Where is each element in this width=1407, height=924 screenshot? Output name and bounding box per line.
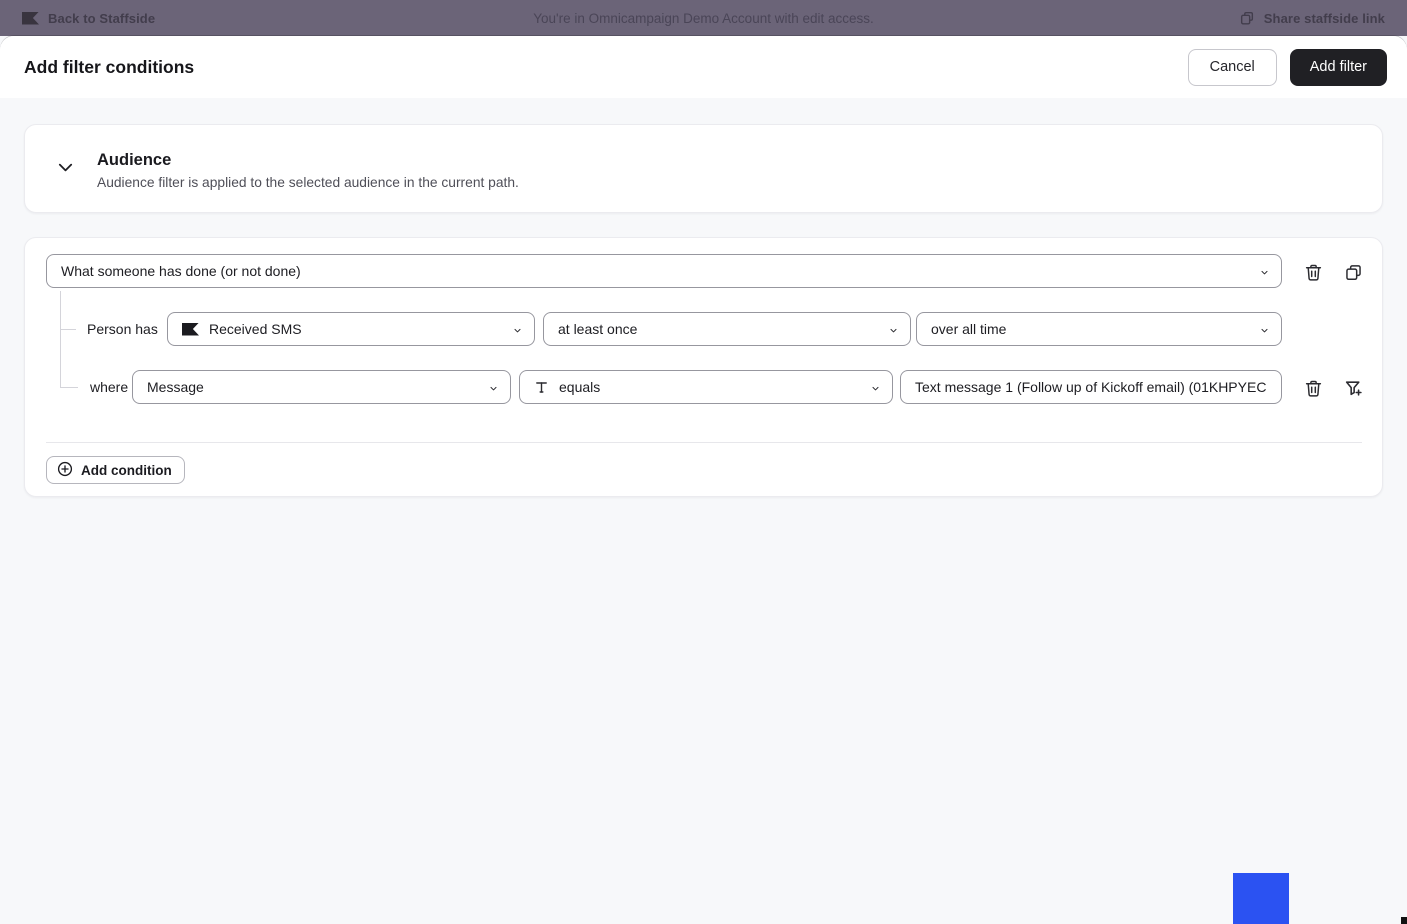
klaviyo-flag-icon	[182, 322, 199, 336]
add-condition-label: Add condition	[81, 462, 172, 478]
delete-condition-button[interactable]	[1304, 262, 1324, 282]
cancel-button[interactable]: Cancel	[1187, 48, 1277, 86]
modal-header: Add filter conditions Cancel Add filter	[0, 36, 1407, 98]
frequency-value: at least once	[558, 321, 638, 337]
event-value: Received SMS	[209, 321, 302, 337]
condition-type-dropdown[interactable]: What someone has done (or not done)	[46, 254, 1282, 288]
tree-connector-branch-2	[60, 387, 78, 388]
timeframe-dropdown[interactable]: over all time	[916, 312, 1282, 346]
condition-type-value: What someone has done (or not done)	[61, 263, 301, 279]
add-filter-button[interactable]: Add filter	[1289, 48, 1387, 86]
frequency-dropdown[interactable]: at least once	[543, 312, 911, 346]
value-input[interactable]: Text message 1 (Follow up of Kickoff ema…	[900, 370, 1282, 404]
chevron-down-icon	[883, 322, 898, 337]
text-type-icon	[534, 380, 549, 395]
value-text: Text message 1 (Follow up of Kickoff ema…	[915, 379, 1267, 395]
share-label: Share staffside link	[1263, 10, 1385, 26]
account-topbar: Back to Staffside You're in Omnicampaign…	[0, 0, 1407, 36]
chevron-down-icon	[1254, 264, 1269, 279]
event-dropdown[interactable]: Received SMS	[167, 312, 535, 346]
property-value: Message	[147, 379, 204, 395]
audience-section: Audience Audience filter is applied to t…	[24, 124, 1383, 213]
account-context-message: You're in Omnicampaign Demo Account with…	[533, 10, 874, 26]
property-dropdown[interactable]: Message	[132, 370, 511, 404]
filter-plus-icon-button[interactable]	[1344, 378, 1364, 398]
chevron-down-icon	[865, 380, 880, 395]
delete-where-row-button[interactable]	[1304, 378, 1324, 398]
plus-circle-icon	[57, 461, 73, 480]
copy-icon	[1239, 10, 1255, 26]
audience-description: Audience filter is applied to the select…	[97, 175, 519, 190]
cursor-corner-mark	[1401, 917, 1407, 924]
where-label: where	[90, 379, 129, 395]
chevron-down-icon[interactable]	[56, 155, 75, 182]
duplicate-condition-button[interactable]	[1344, 262, 1364, 282]
modal-title: Add filter conditions	[24, 56, 195, 77]
chevron-down-icon	[1254, 322, 1269, 337]
add-filter-conditions-modal: Add filter conditions Cancel Add filter …	[0, 36, 1407, 924]
chevron-down-icon	[483, 380, 498, 395]
blue-rectangle-artifact	[1233, 873, 1289, 924]
timeframe-value: over all time	[931, 321, 1007, 337]
operator-dropdown[interactable]: equals	[519, 370, 893, 404]
back-to-staffside[interactable]: Back to Staffside	[22, 11, 155, 26]
add-condition-button[interactable]: Add condition	[46, 456, 185, 484]
audience-title: Audience	[97, 151, 172, 169]
filter-condition-card: What someone has done (or not done) Pers…	[24, 237, 1383, 497]
klaviyo-flag-icon	[22, 11, 39, 25]
card-divider	[46, 442, 1362, 443]
share-staffside-link[interactable]: Share staffside link	[1239, 10, 1385, 26]
back-label: Back to Staffside	[48, 10, 156, 26]
chevron-down-icon	[507, 322, 522, 337]
tree-connector-vertical	[60, 291, 61, 387]
person-has-label: Person has	[87, 321, 158, 337]
operator-value: equals	[559, 379, 601, 395]
tree-connector-branch-1	[60, 329, 76, 330]
